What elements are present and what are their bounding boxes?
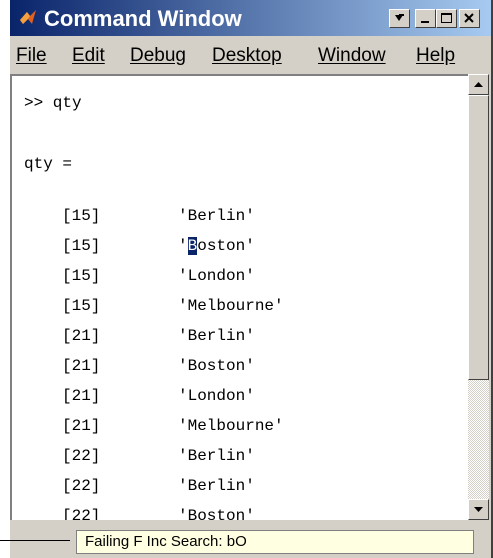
- menu-debug[interactable]: Debug: [130, 45, 186, 67]
- menu-desktop[interactable]: Desktop: [212, 45, 282, 67]
- menu-edit[interactable]: Edit: [72, 45, 105, 67]
- undock-button[interactable]: [389, 9, 410, 28]
- qty-cell: [15]: [62, 207, 101, 225]
- city-cell: 'Melbourne': [178, 417, 284, 435]
- city-cell: 'London': [178, 387, 255, 405]
- matlab-icon: [20, 10, 36, 24]
- undock-icon: [395, 14, 404, 21]
- vertical-scrollbar[interactable]: [468, 74, 489, 520]
- variable-header: qty =: [24, 155, 73, 173]
- scrollbar-thumb[interactable]: [468, 95, 489, 380]
- city-quote: ': [178, 237, 188, 255]
- city-cell: 'Berlin': [178, 327, 255, 345]
- city-cell: 'Berlin': [178, 207, 255, 225]
- console-output[interactable]: >> qty qty = [15] 'Berlin' [15] 'Boston' […: [10, 74, 468, 520]
- prompt-line: >> qty: [24, 94, 82, 112]
- city-cell: 'Melbourne': [178, 297, 284, 315]
- city-cell: 'London': [178, 267, 255, 285]
- menu-window[interactable]: Window: [318, 45, 386, 67]
- city-cell: 'Berlin': [178, 447, 255, 465]
- scroll-down-button[interactable]: [468, 499, 489, 520]
- title-bar[interactable]: Command Window: [10, 0, 491, 36]
- close-button[interactable]: [459, 9, 480, 28]
- minimize-icon: [421, 21, 429, 23]
- minimize-button[interactable]: [415, 9, 436, 28]
- city-cell: 'Boston': [178, 236, 255, 256]
- qty-cell: [21]: [62, 327, 101, 345]
- qty-cell: [22]: [62, 477, 101, 495]
- city-cell: 'Boston': [178, 507, 255, 520]
- callout-line: [0, 540, 70, 541]
- close-icon: [464, 13, 474, 23]
- command-window: Command Window File Edit Debug Desktop W…: [8, 0, 493, 558]
- menu-file[interactable]: File: [16, 45, 47, 67]
- menu-help[interactable]: Help: [416, 45, 455, 67]
- qty-cell: [15]: [62, 237, 101, 255]
- qty-cell: [22]: [62, 447, 101, 465]
- city-cell: 'Berlin': [178, 477, 255, 495]
- status-bar: Failing F Inc Search: bO: [10, 520, 491, 558]
- qty-cell: [21]: [62, 357, 101, 375]
- city-cell: 'Boston': [178, 357, 255, 375]
- maximize-button[interactable]: [436, 9, 457, 28]
- qty-cell: [15]: [62, 297, 101, 315]
- search-match-highlight: B: [187, 237, 198, 255]
- maximize-icon: [441, 13, 452, 23]
- incremental-search-status: Failing F Inc Search: bO: [76, 530, 474, 554]
- city-rest: oston': [197, 237, 255, 255]
- menu-bar: File Edit Debug Desktop Window Help: [10, 36, 491, 74]
- qty-cell: [15]: [62, 267, 101, 285]
- window-title: Command Window: [44, 6, 242, 31]
- qty-cell: [22]: [62, 507, 101, 520]
- qty-cell: [21]: [62, 387, 101, 405]
- arrow-down-icon: [474, 507, 483, 512]
- scroll-up-button[interactable]: [468, 74, 489, 95]
- arrow-up-icon: [474, 82, 483, 87]
- qty-cell: [21]: [62, 417, 101, 435]
